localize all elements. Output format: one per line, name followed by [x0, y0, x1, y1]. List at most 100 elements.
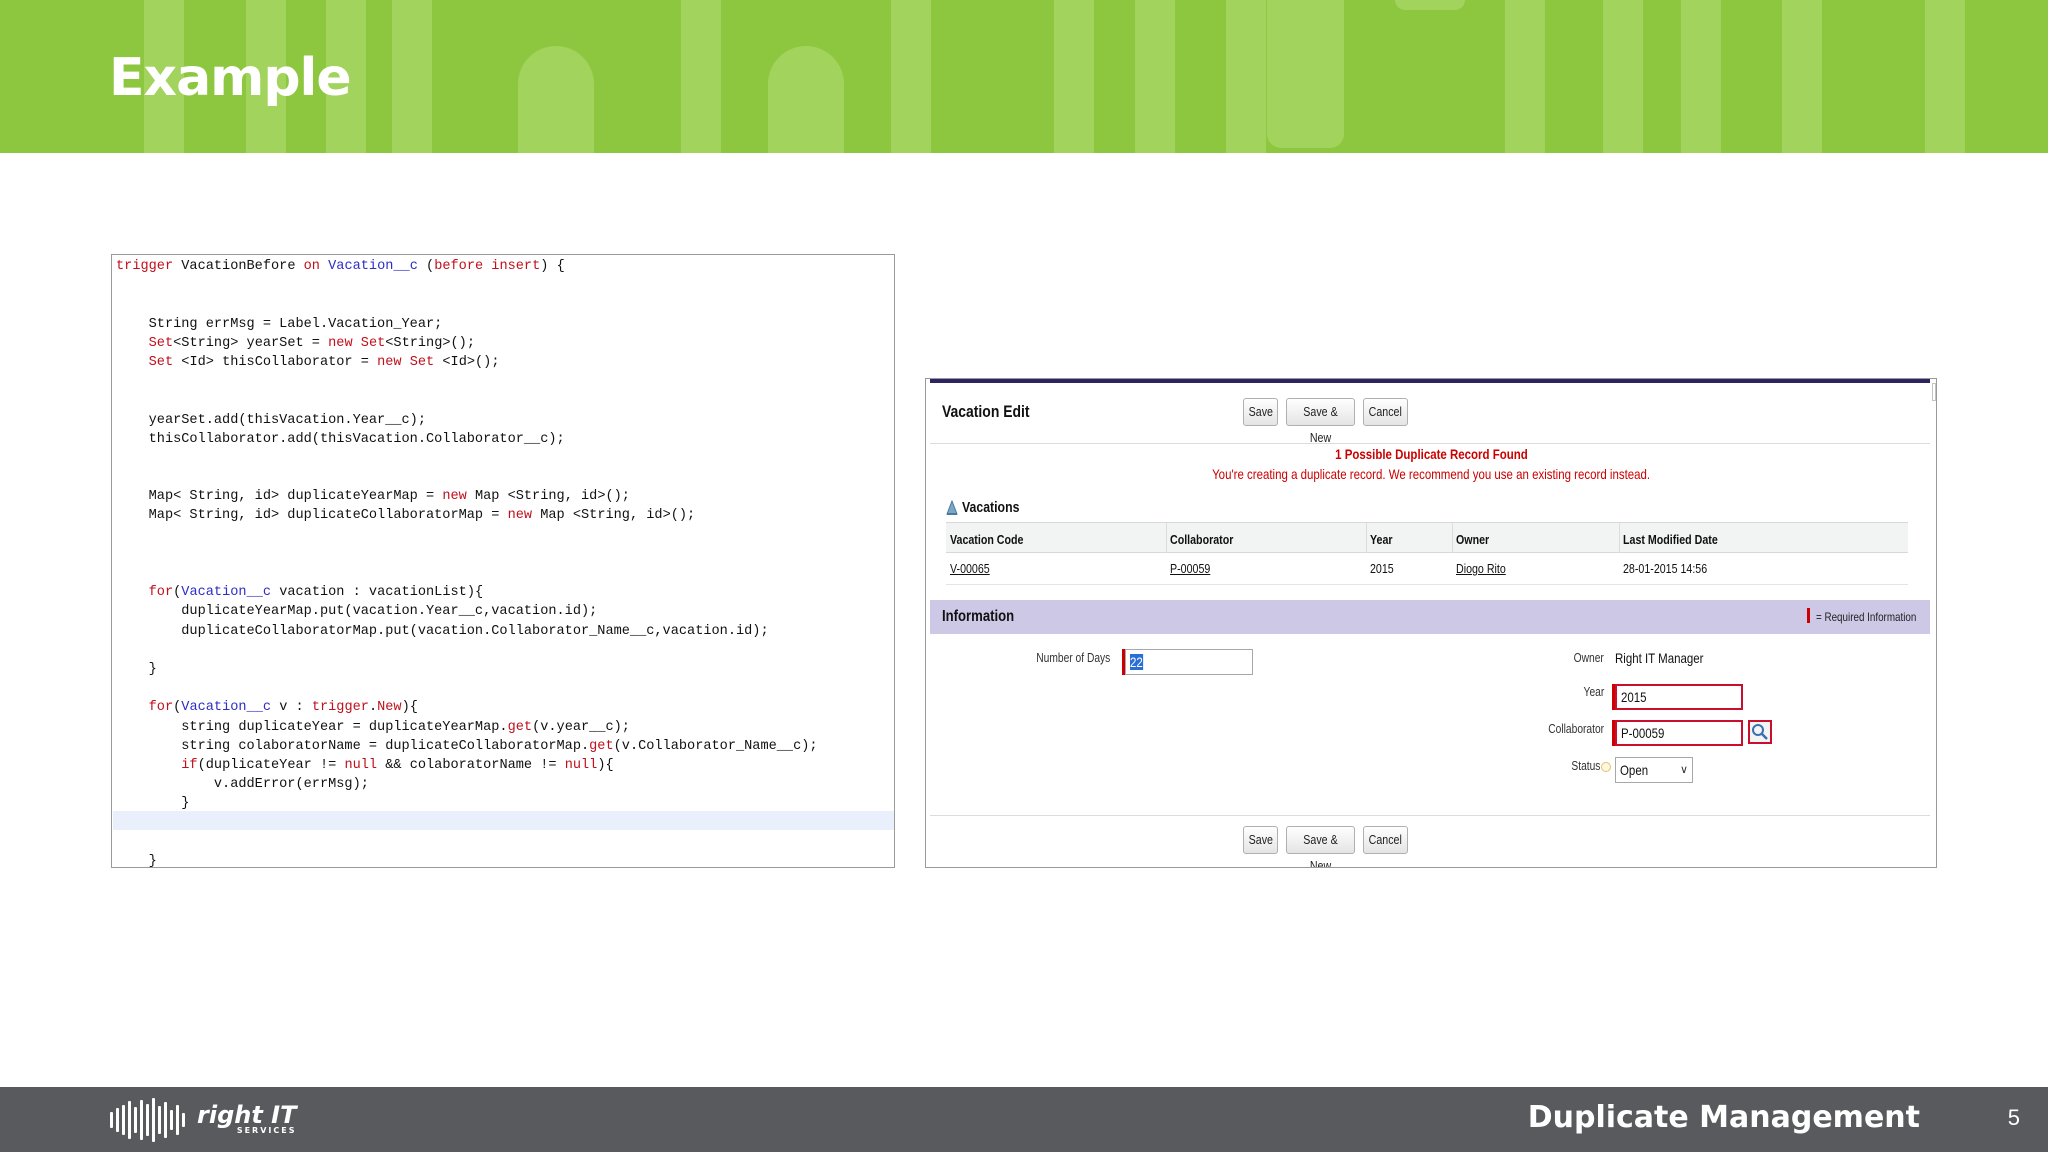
code-line: thisCollaborator.add(thisVacation.Collab… — [116, 431, 565, 447]
number-of-days-input[interactable]: 22 — [1125, 649, 1253, 675]
duplicate-error-message: You're creating a duplicate record. We r… — [1211, 466, 1651, 482]
code-line: for(Vacation__c vacation : vacationList)… — [148, 585, 484, 601]
slide-footer: right IT SERVICES Duplicate Management 5 — [0, 1087, 2048, 1152]
last-modified-cell: 28-01-2015 14:56 — [1623, 561, 1708, 576]
code-line: string colaboratorName = duplicateCollab… — [116, 738, 818, 754]
header-decoration — [1054, 0, 1094, 153]
code-line: Map< String, id> duplicateYearMap = new … — [116, 489, 630, 505]
number-of-days-label: Number of Days — [1035, 651, 1110, 665]
code-line: Map< String, id> duplicateCollaboratorMa… — [116, 508, 696, 524]
column-separator — [1619, 523, 1620, 554]
footer-title: Duplicate Management — [1527, 1100, 1920, 1135]
required-marker — [1807, 608, 1810, 623]
vacation-code-link[interactable]: V-00065 — [950, 561, 990, 576]
form-heading: Vacation Edit — [942, 402, 1030, 421]
header-decoration — [392, 0, 432, 153]
vacation-icon — [946, 500, 958, 515]
column-header-last-modified: Last Modified Date — [1623, 532, 1718, 547]
required-info-legend: = Required Information — [1816, 610, 1917, 624]
header-decoration — [768, 46, 844, 153]
page-number: 5 — [2007, 1105, 2020, 1130]
code-line: for(Vacation__c v : trigger.New){ — [148, 700, 418, 716]
lookup-search-icon[interactable] — [1748, 720, 1772, 744]
code-panel: trigger VacationBefore on Vacation__c (b… — [111, 254, 895, 868]
column-header-vacation-code: Vacation Code — [950, 532, 1024, 547]
save-and-new-button[interactable]: Save & New — [1286, 398, 1355, 445]
save-button[interactable]: Save — [1243, 398, 1278, 426]
chevron-down-icon: ∨ — [1679, 764, 1688, 776]
year-label: Year — [1583, 685, 1604, 699]
information-section-header: Information = Required Information — [930, 600, 1930, 634]
divider — [930, 443, 1930, 444]
code-line: } — [116, 853, 157, 868]
header-decoration — [1681, 0, 1721, 153]
collaborator-link[interactable]: P-00059 — [1170, 561, 1210, 576]
table-header: Vacation Code Collaborator Year Owner La… — [946, 522, 1908, 554]
column-header-owner: Owner — [1456, 532, 1490, 547]
duplicate-error-title: 1 Possible Duplicate Record Found — [1334, 446, 1528, 462]
related-list-title: Vacations — [962, 499, 1020, 516]
status-label: Status — [1570, 759, 1600, 773]
header-decoration — [681, 0, 721, 153]
code-line: trigger VacationBefore on Vacation__c (b… — [116, 259, 565, 274]
header-decoration — [891, 0, 931, 153]
year-input[interactable]: 2015 — [1615, 684, 1743, 710]
slide: Example trigger VacationBefore on Vacati… — [0, 0, 2048, 1152]
code-line: Set <Id> thisCollaborator = new Set <Id>… — [148, 354, 500, 370]
header-decoration — [1226, 0, 1266, 153]
form-top-border — [930, 379, 1930, 383]
header-decoration — [1782, 0, 1822, 153]
header-decoration — [518, 46, 594, 153]
logo-text: right IT SERVICES — [197, 1101, 297, 1135]
owner-value: Right IT Manager — [1615, 650, 1704, 666]
save-and-new-button[interactable]: Save & New — [1286, 826, 1355, 867]
code-line: if(duplicateYear != null && colaboratorN… — [181, 757, 614, 773]
duplicate-records-table: Vacation Code Collaborator Year Owner La… — [946, 522, 1908, 586]
code-lines: trigger VacationBefore on Vacation__c (b… — [116, 257, 818, 868]
slide-title: Example — [109, 48, 352, 108]
column-separator — [1452, 523, 1453, 554]
column-header-year: Year — [1370, 532, 1393, 547]
help-icon — [1601, 762, 1611, 772]
vacation-edit-form: Vacation Edit Save Save & New Cancel 1 P… — [925, 378, 1937, 868]
column-separator — [1366, 523, 1367, 554]
code-line: duplicateCollaboratorMap.put(vacation.Co… — [116, 623, 769, 639]
code-line: Set<String> yearSet = new Set<String>(); — [148, 335, 475, 351]
header-decoration — [1925, 0, 1965, 153]
owner-label: Owner — [1573, 651, 1604, 665]
code-line: String errMsg = Label.Vacation_Year; — [116, 316, 443, 332]
section-title: Information — [942, 608, 1015, 625]
code-line: string duplicateYear = duplicateYearMap.… — [116, 719, 630, 735]
code-line: yearSet.add(thisVacation.Year__c); — [116, 412, 426, 428]
collaborator-input[interactable]: P-00059 — [1615, 720, 1743, 746]
owner-link[interactable]: Diogo Rito — [1456, 561, 1506, 576]
header-decoration — [1505, 0, 1545, 153]
cancel-button[interactable]: Cancel — [1363, 826, 1408, 854]
slide-header: Example — [0, 0, 2048, 153]
save-button[interactable]: Save — [1243, 826, 1278, 854]
code-line: } — [116, 796, 190, 812]
scrollbar[interactable] — [1932, 383, 1936, 401]
status-select[interactable]: Open ∨ — [1615, 757, 1693, 783]
header-decoration — [1395, 0, 1465, 10]
code-line: } — [116, 661, 157, 677]
year-cell: 2015 — [1370, 561, 1394, 576]
column-separator — [1166, 523, 1167, 554]
column-header-collaborator: Collaborator — [1170, 532, 1234, 547]
code-line: duplicateYearMap.put(vacation.Year__c,va… — [116, 604, 598, 620]
cancel-button[interactable]: Cancel — [1363, 398, 1408, 426]
logo-waveform-icon — [110, 1098, 185, 1142]
